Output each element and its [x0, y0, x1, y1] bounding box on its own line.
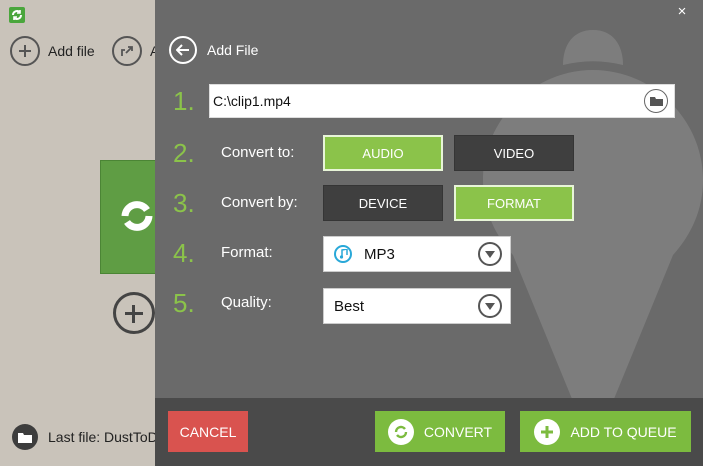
- share-icon: [112, 36, 142, 66]
- step-number-1: 1.: [173, 86, 195, 116]
- refresh-icon: [387, 418, 414, 445]
- convert-tile[interactable]: [100, 160, 156, 274]
- plus-icon: [534, 418, 561, 445]
- folder-icon[interactable]: [12, 424, 38, 450]
- cancel-button[interactable]: CANCEL: [168, 411, 248, 452]
- music-note-icon: [334, 245, 352, 263]
- plus-icon: [10, 36, 40, 66]
- browse-folder-button[interactable]: [644, 89, 668, 113]
- back-button[interactable]: Add File: [169, 36, 258, 64]
- convert-to-audio-button[interactable]: AUDIO: [323, 135, 443, 171]
- quality-value: Best: [334, 297, 365, 315]
- convert-to-label: Convert to:: [221, 144, 295, 161]
- add-to-queue-button[interactable]: ADD TO QUEUE: [520, 411, 691, 452]
- add-file-button[interactable]: Add file: [10, 35, 95, 67]
- add-circle-icon[interactable]: [113, 292, 155, 334]
- add-to-queue-label: ADD TO QUEUE: [570, 423, 677, 440]
- arrow-left-icon: [169, 36, 197, 64]
- close-button[interactable]: ×: [675, 4, 689, 19]
- file-path-input[interactable]: C:\clip1.mp4: [209, 84, 675, 118]
- convert-button[interactable]: CONVERT: [375, 411, 505, 452]
- last-file-status: Last file: DustToD: [12, 424, 158, 450]
- format-label: Format:: [221, 244, 273, 261]
- convert-to-video-button[interactable]: VIDEO: [454, 135, 574, 171]
- convert-label: CONVERT: [423, 423, 493, 440]
- format-dropdown[interactable]: MP3: [323, 236, 511, 272]
- file-path-value: C:\clip1.mp4: [213, 93, 291, 109]
- app-logo-icon: [9, 7, 25, 23]
- step-number-3: 3.: [173, 188, 195, 218]
- add-file-label: Add file: [48, 43, 95, 59]
- chevron-down-icon: [478, 242, 502, 266]
- refresh-icon: [121, 201, 153, 231]
- panel-footer: CANCEL CONVERT ADD TO QUEUE: [155, 398, 703, 466]
- step-number-2: 2.: [173, 138, 195, 168]
- quality-dropdown[interactable]: Best: [323, 288, 511, 324]
- step-number-4: 4.: [173, 238, 195, 268]
- format-value: MP3: [364, 245, 395, 263]
- convert-by-label: Convert by:: [221, 194, 298, 211]
- share-button[interactable]: A: [112, 35, 159, 67]
- folder-icon: [649, 97, 663, 106]
- last-file-label: Last file: DustToD: [48, 429, 158, 445]
- chevron-down-icon: [478, 294, 502, 318]
- convert-by-device-button[interactable]: DEVICE: [323, 185, 443, 221]
- convert-by-format-button[interactable]: FORMAT: [454, 185, 574, 221]
- add-file-panel: × Add File 1. C:\clip1.mp4 2. Convert to…: [155, 0, 703, 466]
- step-number-5: 5.: [173, 288, 195, 318]
- back-label: Add File: [207, 42, 259, 58]
- quality-label: Quality:: [221, 294, 272, 311]
